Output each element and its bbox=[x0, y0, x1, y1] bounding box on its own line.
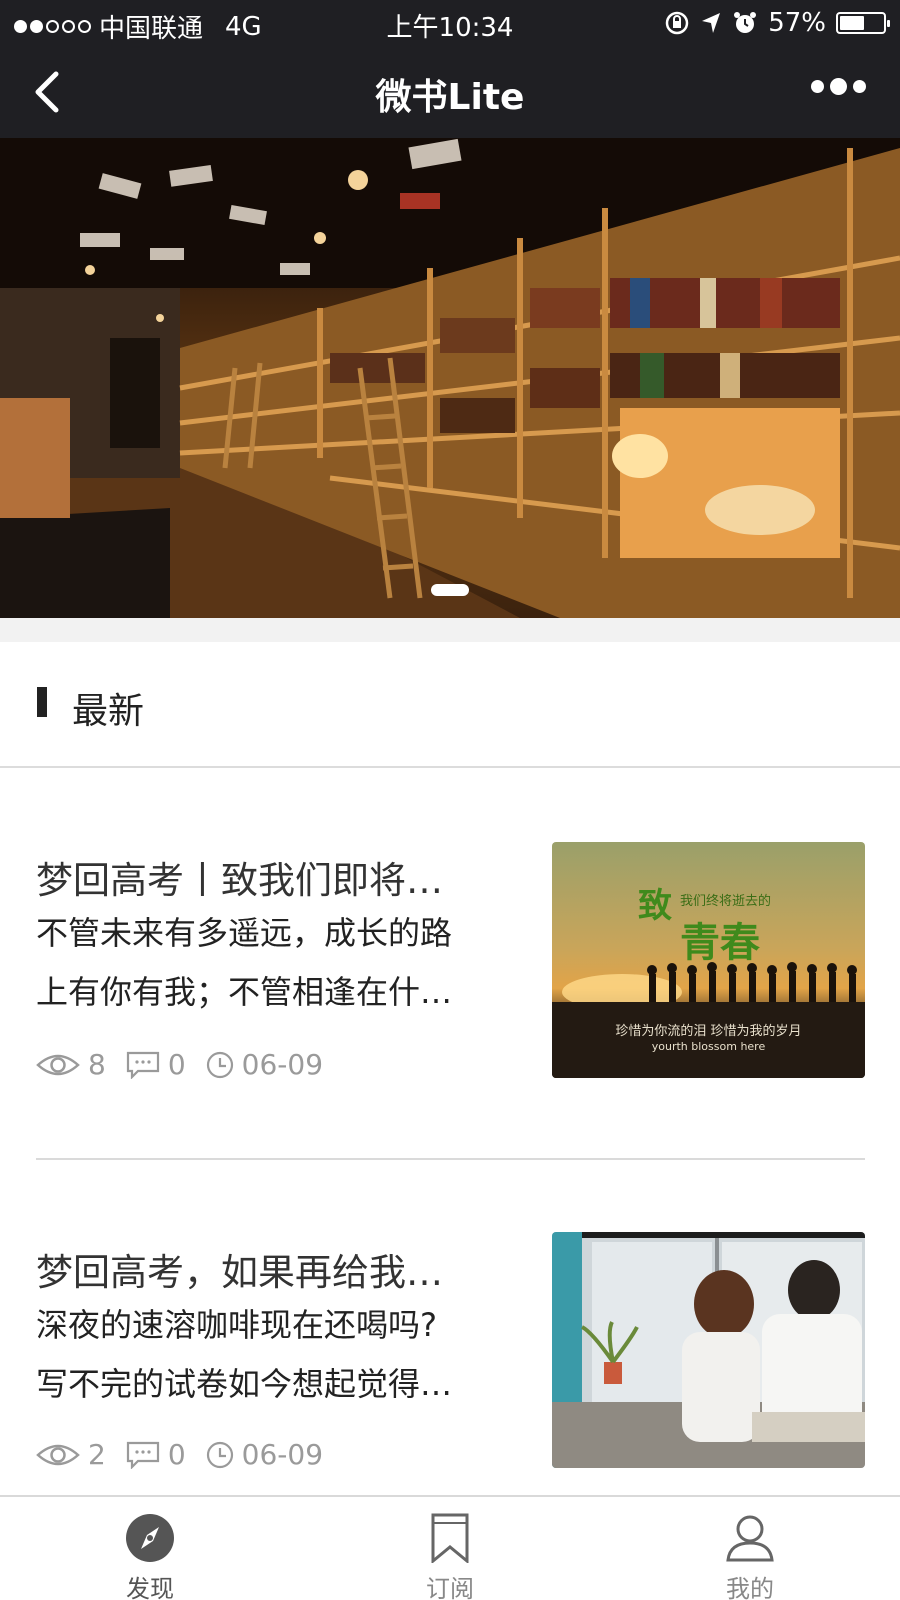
section-marker bbox=[37, 687, 47, 717]
tab-label: 我的 bbox=[726, 1575, 774, 1600]
location-arrow-icon bbox=[702, 13, 721, 33]
tab-label: 发现 bbox=[126, 1575, 174, 1600]
page-title: 微书Lite bbox=[375, 77, 525, 118]
article-thumbnail[interactable]: 致 我们终将逝去的 青春 珍惜为你流的泪 珍惜为我的岁月 yourth blos… bbox=[552, 842, 865, 1078]
publish-date: 06-09 bbox=[241, 1048, 324, 1081]
article-item[interactable]: 梦回高考丨致我们即将… 不管未来有多遥远，成长的路 上有你有我；不管相逢在什… … bbox=[0, 770, 900, 1160]
publish-date: 06-09 bbox=[241, 1438, 324, 1471]
bookstore-photo bbox=[0, 138, 900, 618]
summary-line: 不管未来有多遥远，成长的路 bbox=[36, 914, 453, 952]
carousel-indicator bbox=[431, 584, 469, 596]
poster-big-char: 致 bbox=[638, 886, 672, 926]
summary-line: 深夜的速溶咖啡现在还喝吗? bbox=[36, 1306, 437, 1344]
article-meta: 8 0 06-09 bbox=[36, 1048, 343, 1081]
compass-icon bbox=[126, 1514, 174, 1562]
person-icon bbox=[726, 1515, 774, 1562]
comment-icon bbox=[126, 1051, 159, 1079]
comment-count: 0 bbox=[167, 1048, 186, 1081]
more-dots-icon[interactable] bbox=[811, 78, 866, 95]
eye-icon bbox=[36, 1054, 80, 1075]
alarm-icon bbox=[734, 12, 757, 33]
view-count: 2 bbox=[88, 1438, 106, 1471]
status-bar: 中国联通 4G 上午10:34 57% bbox=[0, 0, 900, 46]
poster-subtitle: 我们终将逝去的 bbox=[680, 894, 772, 909]
tab-label: 订阅 bbox=[426, 1575, 474, 1600]
article-summary: 深夜的速溶咖啡现在还喝吗? 写不完的试卷如今想起觉得… bbox=[36, 1296, 496, 1414]
article-item[interactable]: 梦回高考，如果再给我… 深夜的速溶咖啡现在还喝吗? 写不完的试卷如今想起觉得… … bbox=[0, 1160, 900, 1495]
battery-percent: 57% bbox=[768, 8, 826, 38]
section-header: 最新 bbox=[0, 642, 900, 768]
comment-count: 0 bbox=[167, 1438, 186, 1471]
article-thumbnail[interactable] bbox=[552, 1232, 865, 1468]
section-spacer bbox=[0, 618, 900, 642]
nav-bar: 微书Lite bbox=[0, 46, 900, 138]
article-meta: 2 0 06-09 bbox=[36, 1438, 343, 1471]
article-summary: 不管未来有多遥远，成长的路 上有你有我；不管相逢在什… bbox=[36, 904, 496, 1022]
tab-mine[interactable]: 我的 bbox=[690, 1513, 810, 1600]
poster-caption-en: yourth blossom here bbox=[651, 1040, 766, 1053]
poster-headline: 青春 bbox=[680, 920, 760, 966]
view-count: 8 bbox=[88, 1048, 106, 1081]
tab-bar: 发现 订阅 我的 bbox=[0, 1495, 900, 1600]
students-photo bbox=[552, 1232, 865, 1468]
article-title[interactable]: 梦回高考，如果再给我… bbox=[36, 1242, 496, 1296]
banner-carousel[interactable] bbox=[0, 138, 900, 618]
summary-line: 写不完的试卷如今想起觉得… bbox=[36, 1365, 453, 1403]
tab-subscribe[interactable]: 订阅 bbox=[390, 1513, 510, 1600]
section-title: 最新 bbox=[72, 691, 145, 732]
comment-icon bbox=[126, 1441, 159, 1469]
battery-icon bbox=[836, 12, 890, 34]
bookmark-icon bbox=[431, 1513, 469, 1563]
poster-caption: 珍惜为你流的泪 珍惜为我的岁月 bbox=[615, 1024, 802, 1039]
clock-icon bbox=[206, 1441, 233, 1468]
tab-discover[interactable]: 发现 bbox=[90, 1513, 210, 1600]
clock-icon bbox=[206, 1051, 233, 1078]
summary-line: 上有你有我；不管相逢在什… bbox=[36, 973, 453, 1011]
eye-icon bbox=[36, 1444, 80, 1465]
rotation-lock-icon bbox=[665, 11, 689, 35]
article-title[interactable]: 梦回高考丨致我们即将… bbox=[36, 850, 496, 904]
